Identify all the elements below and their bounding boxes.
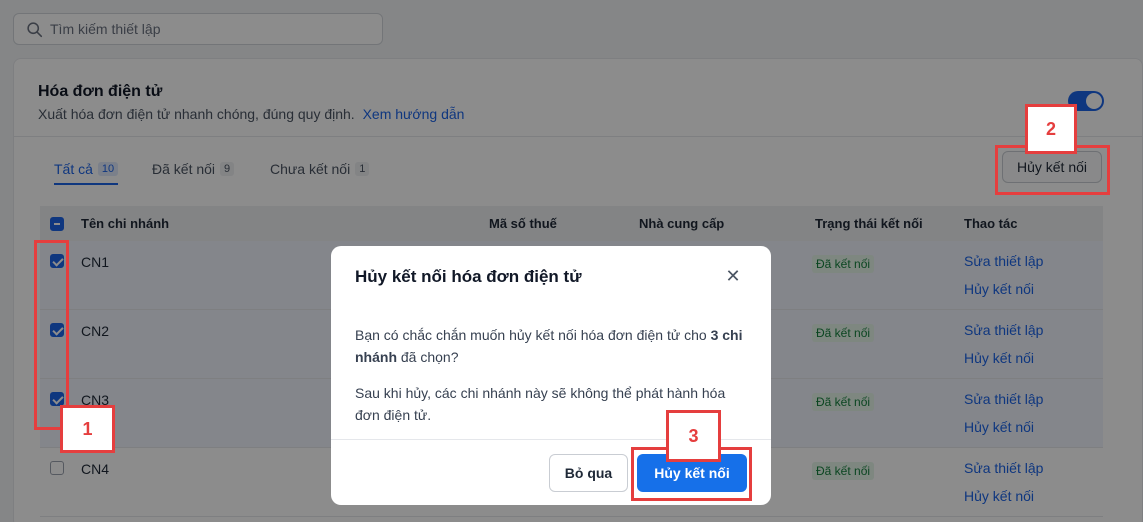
step-marker-1: 1 bbox=[60, 405, 115, 453]
dialog-title: Hủy kết nối hóa đơn điện tử bbox=[355, 267, 582, 286]
step-marker-3: 3 bbox=[666, 410, 721, 462]
cancel-button[interactable]: Bỏ qua bbox=[549, 454, 628, 492]
close-icon[interactable]: ✕ bbox=[723, 266, 743, 286]
dialog-message: Bạn có chắc chắn muốn hủy kết nối hóa đơ… bbox=[355, 324, 751, 368]
dialog-message-start: Bạn có chắc chắn muốn hủy kết nối hóa đơ… bbox=[355, 327, 711, 343]
dialog-message-end: đã chọn? bbox=[397, 349, 459, 365]
highlight-checkboxes bbox=[34, 240, 69, 430]
step-marker-2: 2 bbox=[1025, 104, 1077, 154]
